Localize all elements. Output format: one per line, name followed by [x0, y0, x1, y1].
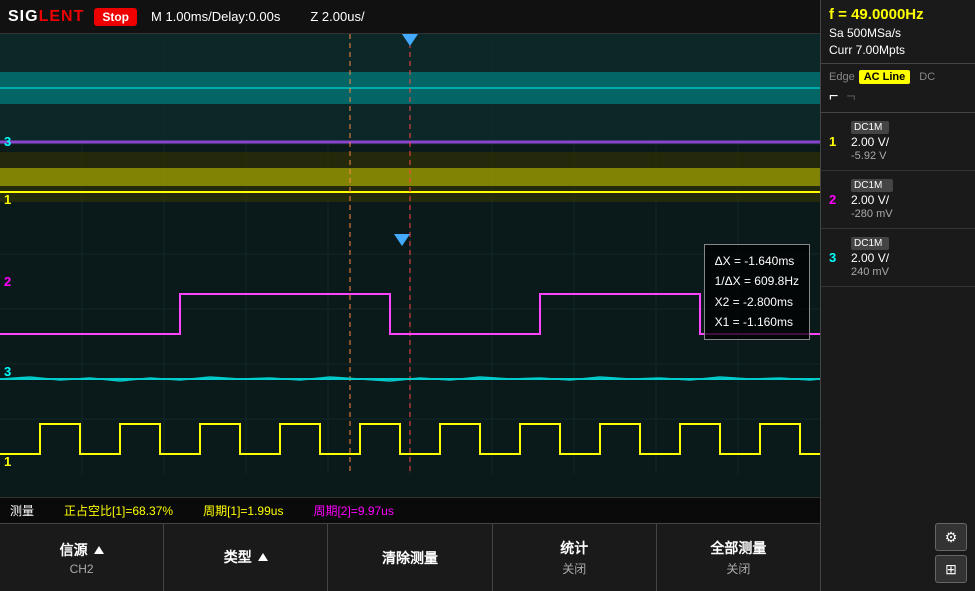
type-arrow-icon: [258, 553, 268, 561]
curr-display: Curr 7.00Mpts: [829, 43, 967, 57]
stats-button-top: 统计: [560, 538, 588, 558]
header-bar: SIGLENT Stop M 1.00ms/Delay:0.00s Z 2.00…: [0, 0, 820, 34]
ch2-period: 周期[2]=9.97us: [313, 502, 393, 519]
ch2-vdiv: 2.00 V/: [851, 193, 893, 207]
all-meas-top: 全部测量: [710, 538, 766, 558]
all-meas-button[interactable]: 全部测量 关闭: [657, 524, 820, 591]
trigger-marker-top: [402, 34, 418, 46]
type-button[interactable]: 类型: [164, 524, 328, 591]
type-button-top: 类型: [224, 547, 268, 567]
source-sub: CH2: [70, 562, 94, 576]
measurement-box: ΔX = -1.640ms 1/ΔX = 609.8Hz X2 = -2.800…: [704, 244, 810, 340]
dx-value: ΔX = -1.640ms: [715, 251, 799, 271]
dc-button[interactable]: DC: [914, 70, 940, 84]
ch1-vdiv: 2.00 V/: [851, 135, 889, 149]
timebase-display: M 1.00ms/Delay:0.00s: [151, 9, 280, 24]
sa-display: Sa 500MSa/s: [829, 26, 967, 40]
grid-icon-btn[interactable]: ⊞: [935, 555, 967, 583]
ch3-label-top: 3: [4, 134, 11, 149]
measurement-bar: 测量 正占空比[1]=68.37% 周期[1]=1.99us 周期[2]=9.9…: [0, 497, 820, 523]
trigger-row: Edge AC Line DC: [829, 70, 967, 84]
rising-edge-icon[interactable]: ⌐: [829, 88, 838, 106]
x1-value: X1 = -1.160ms: [715, 312, 799, 332]
ch3-vdiv: 2.00 V/: [851, 251, 889, 265]
button-bar: 信源 CH2 类型 清除测量 统计 关闭 全部测量: [0, 523, 820, 591]
right-panel: f = 49.0000Hz Sa 500MSa/s Curr 7.00Mpts …: [820, 0, 975, 591]
ch1-settings-row: 1 DC1M 2.00 V/ -5.92 V: [821, 113, 975, 171]
clear-meas-label: 清除测量: [382, 548, 438, 568]
clear-meas-top: 清除测量: [382, 548, 438, 568]
settings-icon-btn[interactable]: ⚙: [935, 523, 967, 551]
ch1-label-bottom: 1: [4, 454, 11, 469]
source-arrow-icon: [94, 546, 104, 554]
main-oscilloscope-area: SIGLENT Stop M 1.00ms/Delay:0.00s Z 2.00…: [0, 0, 820, 591]
ch2-coupling-badge: DC1M: [851, 179, 893, 192]
all-meas-sub: 关闭: [726, 560, 750, 577]
ch1-number: 1: [829, 134, 845, 149]
ch3-label-bottom: 3: [4, 364, 11, 379]
channel-settings: 1 DC1M 2.00 V/ -5.92 V 2 DC1M 2.00 V/ -2…: [821, 113, 975, 287]
ac-line-button[interactable]: AC Line: [859, 70, 911, 84]
source-label: 信源: [60, 540, 88, 560]
freq-display: f = 49.0000Hz: [829, 6, 967, 23]
stats-button[interactable]: 统计 关闭: [493, 524, 657, 591]
clear-meas-button[interactable]: 清除测量: [328, 524, 492, 591]
inv-dx-value: 1/ΔX = 609.8Hz: [715, 271, 799, 291]
trigger-marker-mid: [394, 234, 410, 246]
falling-edge-icon[interactable]: ¬: [846, 88, 855, 106]
ch1-coupling-badge: DC1M: [851, 121, 889, 134]
zoom-display: Z 2.00us/: [310, 9, 364, 24]
ch2-offset: -280 mV: [851, 208, 893, 220]
stats-label: 统计: [560, 538, 588, 558]
waveform-area: 3 1 2 3 1 ΔX = -1.640ms 1/ΔX = 609.8Hz X…: [0, 34, 820, 497]
ch3-number: 3: [829, 250, 845, 265]
grid: [0, 34, 820, 497]
ch1-period: 周期[1]=1.99us: [203, 502, 283, 519]
ch3-offset: 240 mV: [851, 266, 889, 278]
stop-badge[interactable]: Stop: [94, 8, 137, 26]
ch1-offset: -5.92 V: [851, 150, 889, 162]
logo: SIGLENT: [8, 8, 84, 26]
bottom-icons: ⚙ ⊞: [821, 515, 975, 591]
ch2-number: 2: [829, 192, 845, 207]
ch3-settings-row: 3 DC1M 2.00 V/ 240 mV: [821, 229, 975, 287]
edge-label: Edge: [829, 71, 855, 83]
trigger-section: Edge AC Line DC ⌐ ¬: [821, 64, 975, 113]
source-button-top: 信源: [60, 540, 104, 560]
meas-title: 测量: [10, 502, 34, 519]
x2-value: X2 = -2.800ms: [715, 292, 799, 312]
ch1-label: 1: [4, 192, 11, 207]
all-meas-label: 全部测量: [710, 538, 766, 558]
ch3-coupling-badge: DC1M: [851, 237, 889, 250]
ch2-settings-row: 2 DC1M 2.00 V/ -280 mV: [821, 171, 975, 229]
ch1-duty-cycle: 正占空比[1]=68.37%: [64, 502, 173, 519]
ch2-label: 2: [4, 274, 11, 289]
right-header: f = 49.0000Hz Sa 500MSa/s Curr 7.00Mpts: [821, 0, 975, 64]
type-label: 类型: [224, 547, 252, 567]
source-button[interactable]: 信源 CH2: [0, 524, 164, 591]
stats-sub: 关闭: [562, 560, 586, 577]
